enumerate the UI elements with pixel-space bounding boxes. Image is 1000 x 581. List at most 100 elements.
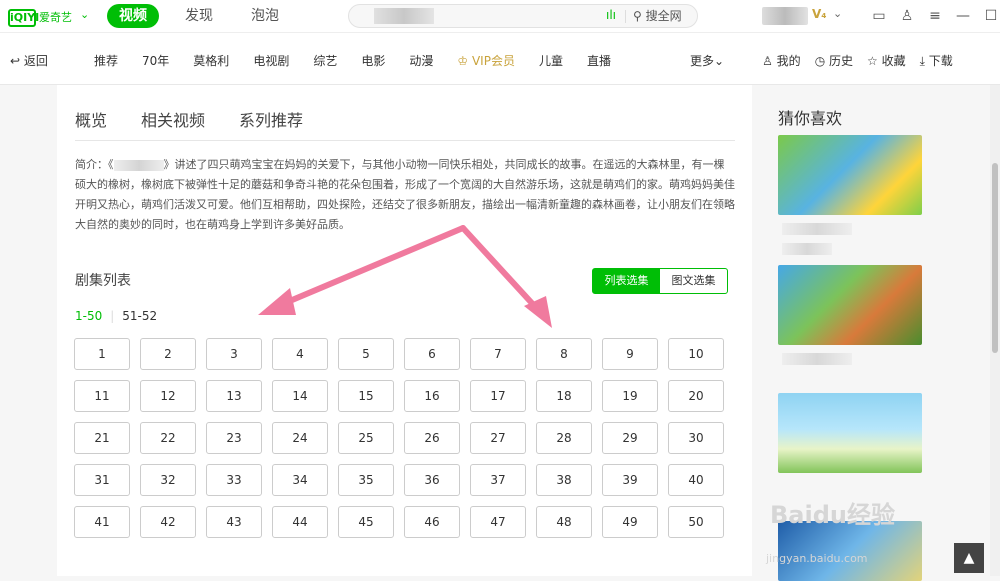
range-51-52[interactable]: 51-52: [122, 309, 157, 323]
episode-button[interactable]: 19: [602, 380, 658, 412]
search-button[interactable]: ⚲ 搜全网: [633, 7, 682, 25]
episode-button[interactable]: 13: [206, 380, 262, 412]
nav-item-recommend[interactable]: 推荐: [94, 52, 118, 69]
episode-button[interactable]: 9: [602, 338, 658, 370]
nav-download[interactable]: ⤓ 下载: [920, 52, 953, 69]
nav-item-anime[interactable]: 动漫: [409, 52, 433, 69]
skin-icon[interactable]: ♙: [896, 6, 918, 26]
episode-button[interactable]: 33: [206, 464, 262, 496]
episode-button[interactable]: 40: [668, 464, 724, 496]
episode-button[interactable]: 3: [206, 338, 262, 370]
episode-button[interactable]: 49: [602, 506, 658, 538]
menu-icon[interactable]: ≡: [924, 6, 946, 26]
episode-button[interactable]: 27: [470, 422, 526, 454]
search-input[interactable]: [374, 8, 434, 24]
minimize-icon[interactable]: —: [952, 6, 974, 26]
maximize-icon[interactable]: ☐: [980, 6, 1000, 26]
iqiyi-logo[interactable]: iQIYI爱奇艺 ⌄: [8, 6, 89, 27]
episode-button[interactable]: 12: [140, 380, 196, 412]
nav-item-tv[interactable]: 电视剧: [253, 52, 289, 69]
trend-icon[interactable]: ılı: [606, 8, 616, 22]
episode-button[interactable]: 11: [74, 380, 130, 412]
episode-button[interactable]: 15: [338, 380, 394, 412]
episode-button[interactable]: 17: [470, 380, 526, 412]
nav-item-live[interactable]: 直播: [587, 52, 611, 69]
tab-bubble[interactable]: 泡泡: [239, 4, 291, 28]
episode-button[interactable]: 32: [140, 464, 196, 496]
episode-button[interactable]: 35: [338, 464, 394, 496]
nav-favorites[interactable]: ☆ 收藏: [867, 52, 906, 69]
episode-button[interactable]: 36: [404, 464, 460, 496]
episode-button[interactable]: 48: [536, 506, 592, 538]
episode-button[interactable]: 20: [668, 380, 724, 412]
episode-button[interactable]: 30: [668, 422, 724, 454]
episode-button[interactable]: 45: [338, 506, 394, 538]
scrollbar-thumb[interactable]: [992, 163, 998, 353]
tab-overview[interactable]: 概览: [75, 107, 107, 131]
back-button[interactable]: ↩ 返回: [10, 52, 48, 69]
message-icon[interactable]: ▭: [868, 6, 890, 26]
episode-button[interactable]: 6: [404, 338, 460, 370]
episode-button[interactable]: 23: [206, 422, 262, 454]
episode-button[interactable]: 47: [470, 506, 526, 538]
nav-history[interactable]: ◷ 历史: [815, 52, 853, 69]
user-chevron-down-icon[interactable]: ⌄: [833, 7, 842, 20]
recommend-thumbnail[interactable]: [778, 135, 922, 215]
episode-button[interactable]: 41: [74, 506, 130, 538]
search-box[interactable]: ılı ⚲ 搜全网: [348, 4, 698, 28]
tab-series[interactable]: 系列推荐: [239, 107, 303, 131]
episode-button[interactable]: 2: [140, 338, 196, 370]
chevron-down-icon[interactable]: ⌄: [80, 8, 89, 21]
episode-button[interactable]: 8: [536, 338, 592, 370]
avatar[interactable]: [762, 7, 808, 25]
episode-button[interactable]: 5: [338, 338, 394, 370]
episode-button[interactable]: 39: [602, 464, 658, 496]
more-button[interactable]: 更多⌄: [690, 52, 724, 69]
episode-button[interactable]: 50: [668, 506, 724, 538]
tab-related[interactable]: 相关视频: [141, 107, 205, 131]
back-to-top-button[interactable]: ▲: [954, 543, 984, 573]
recommend-thumbnail[interactable]: [778, 393, 922, 473]
episode-button[interactable]: 46: [404, 506, 460, 538]
recommend-caption[interactable]: [782, 243, 832, 255]
list-view-button[interactable]: 列表选集: [593, 269, 660, 293]
nav-mine[interactable]: ♙ 我的: [762, 52, 801, 69]
recommend-thumbnail[interactable]: [778, 265, 922, 345]
episode-button[interactable]: 37: [470, 464, 526, 496]
episode-button[interactable]: 26: [404, 422, 460, 454]
nav-item-vip[interactable]: ♔ VIP会员: [457, 52, 515, 69]
episode-button[interactable]: 29: [602, 422, 658, 454]
episode-button[interactable]: 22: [140, 422, 196, 454]
nav-item-mowgli[interactable]: 莫格利: [193, 52, 229, 69]
episode-button[interactable]: 43: [206, 506, 262, 538]
episode-button[interactable]: 25: [338, 422, 394, 454]
episode-button[interactable]: 44: [272, 506, 328, 538]
episode-button[interactable]: 14: [272, 380, 328, 412]
episode-button[interactable]: 10: [668, 338, 724, 370]
episode-button[interactable]: 7: [470, 338, 526, 370]
nav-item-70[interactable]: 70年: [142, 52, 169, 69]
nav-item-variety[interactable]: 综艺: [313, 52, 337, 69]
episode-button[interactable]: 1: [74, 338, 130, 370]
recommend-caption[interactable]: [782, 353, 852, 365]
episode-button[interactable]: 31: [74, 464, 130, 496]
recommend-caption[interactable]: [782, 223, 852, 235]
episode-button[interactable]: 21: [74, 422, 130, 454]
vip-badge-icon[interactable]: V₄: [812, 7, 827, 21]
recommend-thumbnail[interactable]: [778, 521, 922, 581]
episode-button[interactable]: 24: [272, 422, 328, 454]
tab-video[interactable]: 视频: [107, 4, 159, 28]
episode-button[interactable]: 42: [140, 506, 196, 538]
episode-button[interactable]: 34: [272, 464, 328, 496]
episode-button[interactable]: 28: [536, 422, 592, 454]
episode-button[interactable]: 4: [272, 338, 328, 370]
scrollbar[interactable]: [990, 85, 1000, 576]
nav-item-kids[interactable]: 儿童: [539, 52, 563, 69]
episode-button[interactable]: 16: [404, 380, 460, 412]
nav-item-movie[interactable]: 电影: [361, 52, 385, 69]
episode-button[interactable]: 18: [536, 380, 592, 412]
range-1-50[interactable]: 1-50: [75, 309, 102, 323]
grid-view-button[interactable]: 图文选集: [660, 269, 727, 293]
episode-button[interactable]: 38: [536, 464, 592, 496]
tab-discover[interactable]: 发现: [173, 4, 225, 28]
